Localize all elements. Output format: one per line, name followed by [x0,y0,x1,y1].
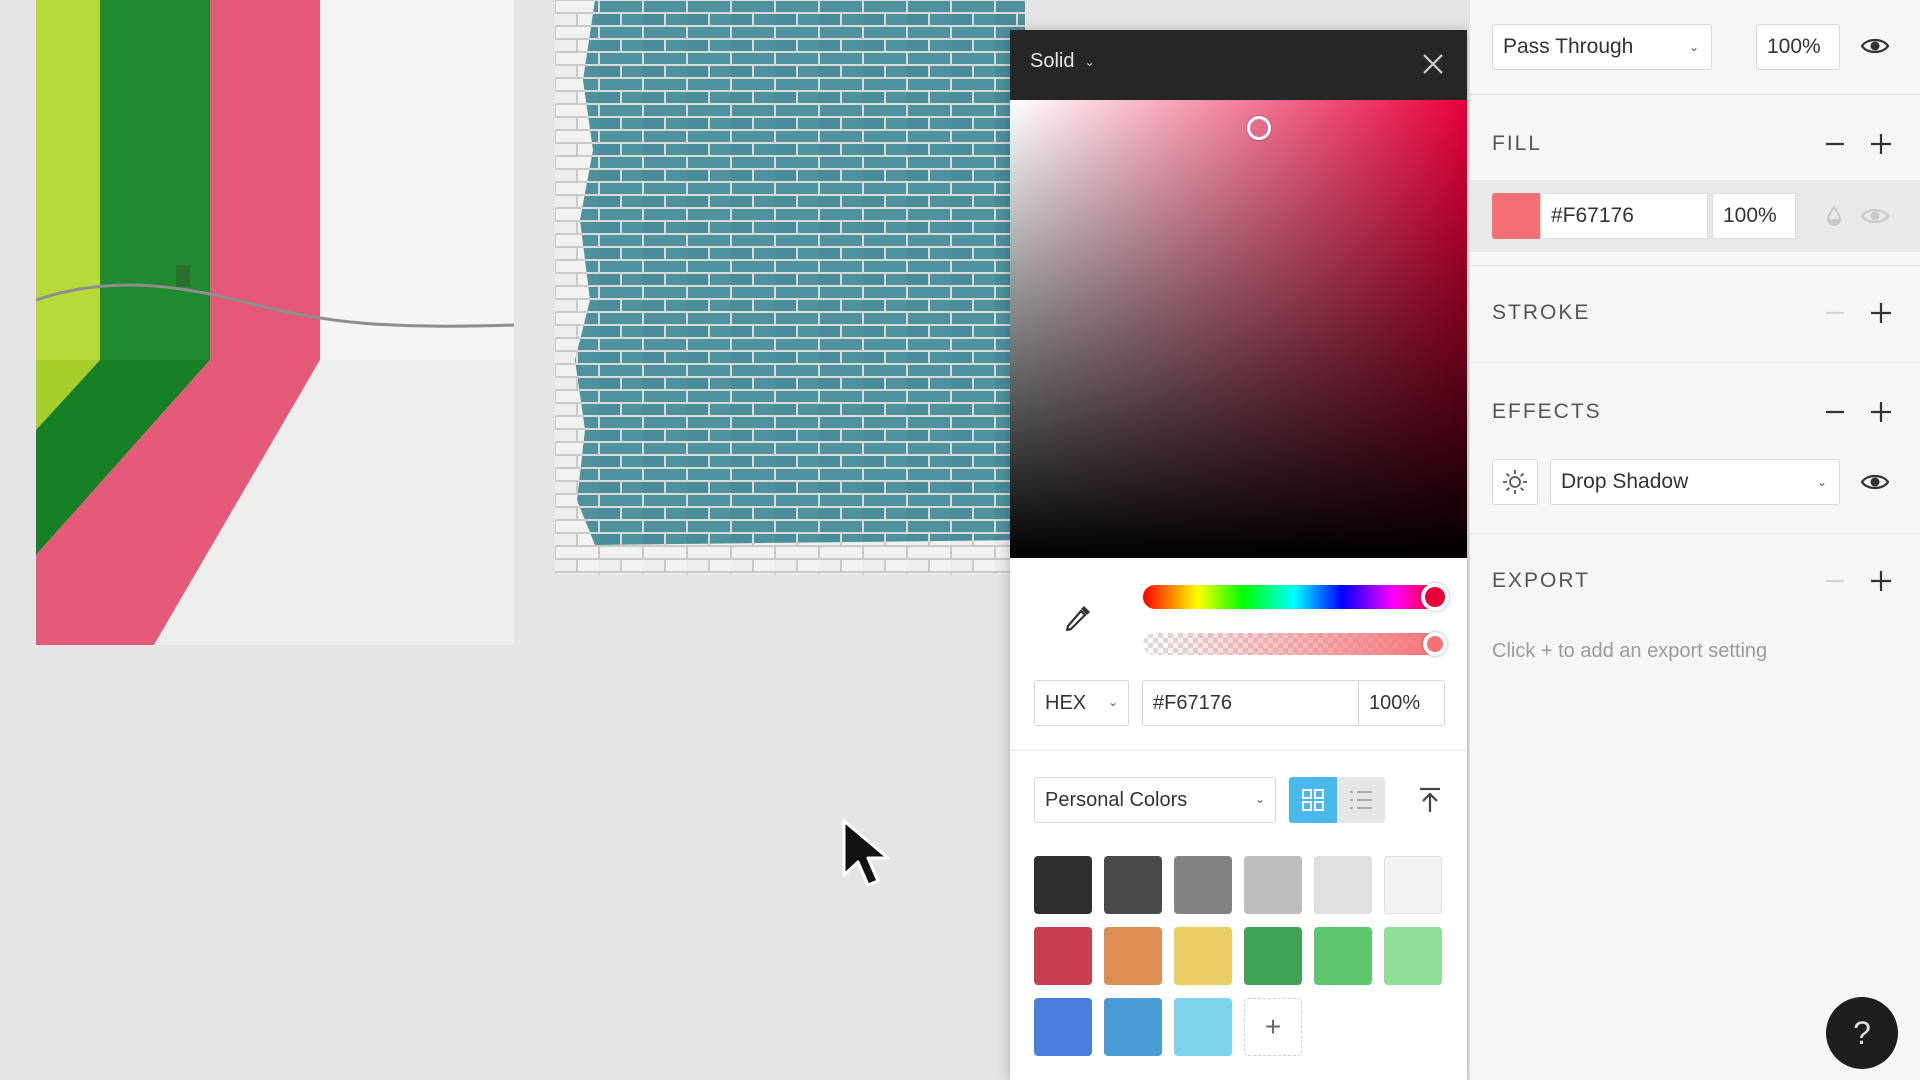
chevron-down-icon: ⌄ [1084,54,1095,69]
fill-color-swatch[interactable] [1492,193,1540,239]
canvas-image-bricks[interactable] [555,0,1025,574]
fill-type-dropdown[interactable]: Solid ⌄ [1030,50,1095,73]
color-swatch[interactable] [1244,927,1302,985]
minus-icon [1826,579,1844,583]
help-button[interactable]: ? [1826,997,1898,1069]
fill-section-title: FILL [1492,132,1543,155]
picker-header: Solid ⌄ [1010,30,1467,100]
divider [1010,750,1467,751]
color-swatch[interactable] [1104,856,1162,914]
chevron-down-icon: ⌄ [1107,695,1118,709]
color-swatch[interactable] [1174,998,1232,1056]
grid-icon [1302,789,1324,811]
color-mode-label: HEX [1045,691,1087,714]
minus-icon[interactable] [1821,130,1849,158]
eye-icon[interactable] [1860,467,1890,497]
color-swatch[interactable] [1314,856,1372,914]
blend-mode-label: Pass Through [1503,35,1634,58]
chevron-down-icon: ⌄ [1688,40,1699,54]
fill-type-label: Solid [1030,50,1075,72]
sv-picker-handle[interactable] [1247,116,1271,140]
stroke-section: STROKE [1470,267,1920,363]
color-swatch[interactable] [1034,856,1092,914]
color-swatch[interactable] [1384,927,1442,985]
eye-icon[interactable] [1860,31,1890,61]
swatch-grid: + [1034,856,1454,1056]
layer-opacity-input[interactable]: 100% [1756,24,1840,70]
color-swatch[interactable] [1244,856,1302,914]
export-hint-text: Click + to add an export setting [1492,640,1768,662]
color-swatch[interactable] [1174,927,1232,985]
effect-type-dropdown[interactable]: Drop Shadow ⌄ [1550,459,1840,505]
stroke-section-title: STROKE [1492,301,1591,324]
chevron-down-icon: ⌄ [1254,792,1265,806]
list-icon [1350,791,1372,809]
minus-icon[interactable] [1821,398,1849,426]
plus-icon[interactable] [1867,299,1895,327]
alpha-input[interactable]: 100% [1359,681,1444,725]
palette-label: Personal Colors [1045,788,1188,811]
alpha-slider[interactable] [1143,632,1447,656]
palette-dropdown[interactable]: Personal Colors ⌄ [1034,777,1276,823]
fill-hex-input[interactable]: #F67176 [1540,193,1708,239]
fill-item-row: #F67176 100% [1470,180,1920,252]
eyedropper-icon[interactable] [1060,600,1096,636]
sun-icon [1503,470,1527,494]
saturation-value-area[interactable] [1010,100,1467,558]
inspector-panel: Pass Through ⌄ 100% FILL #F67176 100% ST… [1469,0,1920,1080]
color-value-field: #F67176 100% [1142,680,1445,726]
plus-icon[interactable] [1867,398,1895,426]
effects-section-title: EFFECTS [1492,400,1602,423]
chevron-down-icon: ⌄ [1816,475,1827,489]
add-swatch-button[interactable]: + [1244,998,1302,1056]
blend-mode-dropdown[interactable]: Pass Through ⌄ [1492,24,1712,70]
palette-view-toggle [1289,777,1385,823]
minus-icon [1826,311,1844,315]
color-swatch[interactable] [1034,927,1092,985]
hex-input[interactable]: #F67176 [1143,681,1359,725]
layer-blend-row: Pass Through ⌄ 100% [1470,0,1920,95]
color-swatch[interactable] [1104,998,1162,1056]
alpha-slider-handle[interactable] [1423,632,1447,656]
fill-opacity-input[interactable]: 100% [1712,193,1796,239]
color-swatch[interactable] [1384,856,1442,914]
hue-slider-handle[interactable] [1421,583,1449,611]
close-icon[interactable] [1417,48,1449,80]
blend-drop-icon[interactable] [1822,204,1846,228]
plus-icon[interactable] [1867,130,1895,158]
color-swatch[interactable] [1034,998,1092,1056]
stripes-artwork [36,0,514,645]
color-swatch[interactable] [1314,927,1372,985]
mouse-cursor-icon [842,819,890,887]
plus-icon[interactable] [1867,567,1895,595]
hue-slider[interactable] [1143,583,1449,611]
effects-section: EFFECTS [1470,364,1920,534]
canvas-image-stripes[interactable] [36,0,514,645]
color-swatch[interactable] [1104,927,1162,985]
color-picker-popover: Solid ⌄ HEX ⌄ #F67176 100% Personal Colo… [1010,30,1467,1080]
eye-icon[interactable] [1860,201,1890,231]
grid-view-button[interactable] [1289,777,1337,823]
effect-settings-button[interactable] [1492,459,1538,505]
move-to-top-icon[interactable] [1412,782,1448,818]
bricks-artwork [555,0,1025,574]
list-view-button[interactable] [1337,777,1385,823]
color-mode-dropdown[interactable]: HEX ⌄ [1034,680,1129,726]
effect-type-label: Drop Shadow [1561,470,1689,493]
color-swatch[interactable] [1174,856,1232,914]
export-section-title: EXPORT [1492,569,1590,592]
